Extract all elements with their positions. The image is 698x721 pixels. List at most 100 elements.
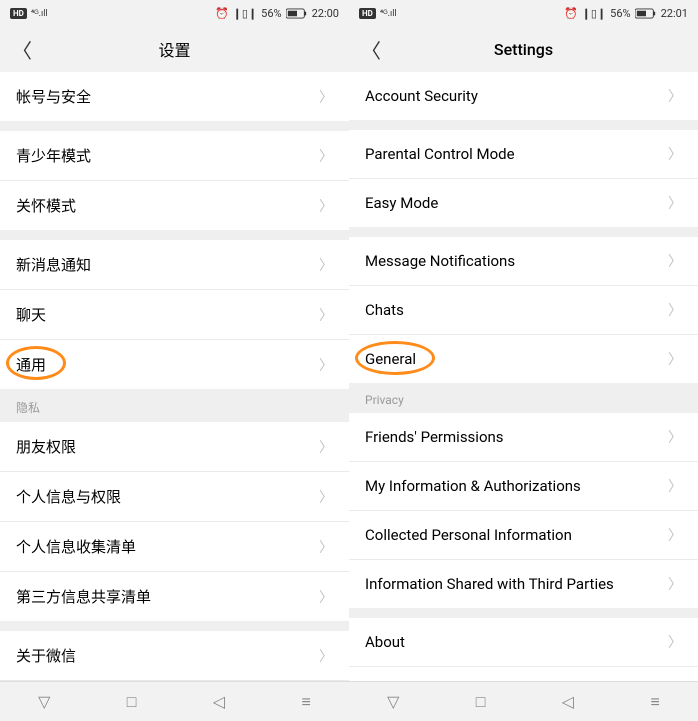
signal-icon: ⁴ᴳ.ıll xyxy=(380,8,397,19)
item-easy-mode[interactable]: Easy Mode 〉 xyxy=(349,179,698,227)
item-chats[interactable]: Chats 〉 xyxy=(349,286,698,335)
item-chats[interactable]: 聊天 〉 xyxy=(0,290,349,340)
phone-right: HD ⁴ᴳ.ıll ⏰ ❙▯❙ 56% 22:01 〈 Settings Acc… xyxy=(349,0,698,721)
nav-down-icon[interactable]: ▽ xyxy=(387,692,399,711)
chevron-right-icon: 〉 xyxy=(319,487,333,507)
section-account: 帐号与安全 〉 xyxy=(0,72,349,121)
back-button[interactable]: 〈 xyxy=(12,35,32,64)
item-label: About xyxy=(365,633,668,651)
page-title: 设置 xyxy=(158,37,190,61)
item-general[interactable]: 通用 〉 xyxy=(0,340,349,389)
item-label: 朋友权限 xyxy=(16,436,319,457)
item-my-info-auth[interactable]: 个人信息与权限 〉 xyxy=(0,472,349,522)
item-label: Message Notifications xyxy=(365,252,668,270)
item-collected-info[interactable]: Collected Personal Information 〉 xyxy=(349,511,698,560)
header: 〈 Settings xyxy=(349,26,698,72)
chevron-right-icon: 〉 xyxy=(668,427,682,447)
battery-icon xyxy=(635,8,657,19)
item-third-party-share[interactable]: 第三方信息共享清单 〉 xyxy=(0,572,349,621)
hd-icon: HD xyxy=(10,8,27,19)
section-modes: Parental Control Mode 〉 Easy Mode 〉 xyxy=(349,130,698,227)
alarm-icon: ⏰ xyxy=(215,7,229,20)
chevron-right-icon: 〉 xyxy=(668,632,682,652)
chevron-right-icon: 〉 xyxy=(668,251,682,271)
vibrate-icon: ❙▯❙ xyxy=(582,7,607,20)
chevron-right-icon: 〉 xyxy=(319,87,333,107)
signal-icon: ⁴ᴳ.ıll xyxy=(31,8,48,19)
section-gap xyxy=(0,230,349,240)
section-account: Account Security 〉 xyxy=(349,72,698,120)
time: 22:00 xyxy=(312,7,339,20)
item-account-security[interactable]: 帐号与安全 〉 xyxy=(0,72,349,121)
phone-left: HD ⁴ᴳ.ıll ⏰ ❙▯❙ 56% 22:00 〈 设置 帐号与安全 〉 青… xyxy=(0,0,349,721)
section-privacy: 朋友权限 〉 个人信息与权限 〉 个人信息收集清单 〉 第三方信息共享清单 〉 xyxy=(0,422,349,621)
back-button[interactable]: 〈 xyxy=(361,35,381,64)
item-help-feedback[interactable]: Help & Feedback 〉 xyxy=(349,667,698,681)
section-gap xyxy=(0,121,349,131)
item-label: Information Shared with Third Parties xyxy=(365,575,668,593)
nav-menu-icon[interactable]: ≡ xyxy=(301,692,310,712)
item-message-notifications[interactable]: 新消息通知 〉 xyxy=(0,240,349,290)
chevron-right-icon: 〉 xyxy=(319,196,333,216)
item-my-info-auth[interactable]: My Information & Authorizations 〉 xyxy=(349,462,698,511)
nav-recent-icon[interactable]: □ xyxy=(127,692,137,712)
item-label: Easy Mode xyxy=(365,194,668,212)
item-message-notifications[interactable]: Message Notifications 〉 xyxy=(349,237,698,286)
item-collected-info[interactable]: 个人信息收集清单 〉 xyxy=(0,522,349,572)
item-label: Friends' Permissions xyxy=(365,428,668,446)
nav-back-icon[interactable]: ◁ xyxy=(213,692,225,711)
status-bar: HD ⁴ᴳ.ıll ⏰ ❙▯❙ 56% 22:01 xyxy=(349,0,698,26)
chevron-right-icon: 〉 xyxy=(319,355,333,375)
chevron-right-icon: 〉 xyxy=(668,86,682,106)
item-label: 聊天 xyxy=(16,304,319,325)
battery-icon xyxy=(286,8,308,19)
item-parental-mode[interactable]: Parental Control Mode 〉 xyxy=(349,130,698,179)
time: 22:01 xyxy=(661,7,688,20)
section-gap xyxy=(349,227,698,237)
nav-recent-icon[interactable]: □ xyxy=(476,692,486,712)
item-account-security[interactable]: Account Security 〉 xyxy=(349,72,698,120)
nav-menu-icon[interactable]: ≡ xyxy=(650,692,659,712)
chevron-right-icon: 〉 xyxy=(668,349,682,369)
chevron-right-icon: 〉 xyxy=(668,525,682,545)
item-general[interactable]: General 〉 xyxy=(349,335,698,383)
item-label: 帐号与安全 xyxy=(16,86,319,107)
item-label: General xyxy=(365,350,668,368)
item-label: 通用 xyxy=(16,354,319,375)
status-right: ⏰ ❙▯❙ 56% 22:00 xyxy=(215,7,339,20)
chevron-right-icon: 〉 xyxy=(319,587,333,607)
item-about[interactable]: About 〉 xyxy=(349,618,698,667)
item-label: 个人信息与权限 xyxy=(16,486,319,507)
chevron-right-icon: 〉 xyxy=(668,476,682,496)
section-gap xyxy=(349,608,698,618)
section-header-privacy: Privacy xyxy=(349,383,698,413)
alarm-icon: ⏰ xyxy=(564,7,578,20)
content: 帐号与安全 〉 青少年模式 〉 关怀模式 〉 新消息通知 〉 聊天 〉 xyxy=(0,72,349,681)
chevron-right-icon: 〉 xyxy=(668,193,682,213)
section-gap xyxy=(0,621,349,631)
item-about[interactable]: 关于微信 〉 xyxy=(0,631,349,681)
header: 〈 设置 xyxy=(0,26,349,72)
chevron-right-icon: 〉 xyxy=(319,646,333,666)
item-third-party-share[interactable]: Information Shared with Third Parties 〉 xyxy=(349,560,698,608)
chevron-right-icon: 〉 xyxy=(319,146,333,166)
section-about: 关于微信 〉 帮助与反馈 〉 xyxy=(0,631,349,681)
nav-back-icon[interactable]: ◁ xyxy=(562,692,574,711)
status-right: ⏰ ❙▯❙ 56% 22:01 xyxy=(564,7,688,20)
page-title: Settings xyxy=(494,40,553,59)
nav-down-icon[interactable]: ▽ xyxy=(38,692,50,711)
section-header-privacy: 隐私 xyxy=(0,389,349,422)
item-friends-permissions[interactable]: 朋友权限 〉 xyxy=(0,422,349,472)
item-friends-permissions[interactable]: Friends' Permissions 〉 xyxy=(349,413,698,462)
item-label: Chats xyxy=(365,301,668,319)
status-bar: HD ⁴ᴳ.ıll ⏰ ❙▯❙ 56% 22:00 xyxy=(0,0,349,26)
item-label: Account Security xyxy=(365,87,668,105)
chevron-right-icon: 〉 xyxy=(668,300,682,320)
status-left: HD ⁴ᴳ.ıll xyxy=(359,8,397,19)
item-easy-mode[interactable]: 关怀模式 〉 xyxy=(0,181,349,230)
hd-icon: HD xyxy=(359,8,376,19)
section-privacy: Friends' Permissions 〉 My Information & … xyxy=(349,413,698,608)
item-parental-mode[interactable]: 青少年模式 〉 xyxy=(0,131,349,181)
content: Account Security 〉 Parental Control Mode… xyxy=(349,72,698,681)
item-label: Parental Control Mode xyxy=(365,145,668,163)
